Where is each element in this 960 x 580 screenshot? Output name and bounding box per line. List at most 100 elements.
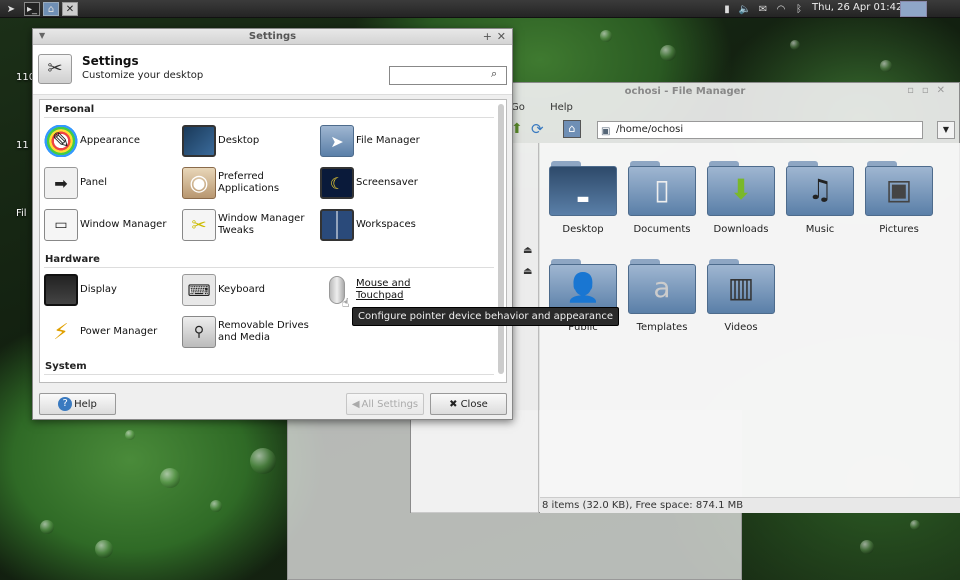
- water-drop: [600, 30, 612, 42]
- volume-icon[interactable]: 🔈: [738, 2, 752, 16]
- power-manager-icon: ⚡: [53, 319, 69, 345]
- settings-item-label: Power Manager: [80, 326, 158, 337]
- help-button[interactable]: ? Help: [39, 393, 116, 415]
- category-divider: [44, 374, 494, 375]
- wifi-icon[interactable]: ◠: [774, 2, 788, 16]
- settings-scrollbar[interactable]: [498, 104, 504, 374]
- settings-item-label: Mouse and Touchpad: [356, 278, 411, 301]
- settings-item-label: Window Manager Tweaks: [218, 213, 305, 236]
- settings-item-appearance[interactable]: ✎ Appearance: [44, 125, 140, 157]
- desktop-icon-label[interactable]: Fil: [16, 208, 27, 219]
- settings-item-panel[interactable]: ➡ Panel: [44, 167, 107, 199]
- settings-item-label: Window Manager: [80, 219, 167, 230]
- folder-item[interactable]: ⬇ Downloads: [704, 161, 778, 235]
- settings-items-panel: Personal ✎ Appearance Desktop ➤ File Man…: [39, 99, 507, 383]
- mail-icon[interactable]: ✉: [756, 2, 770, 16]
- water-drop: [40, 520, 54, 534]
- settings-item-removable-drives[interactable]: ⚲ Removable Drives and Media: [182, 316, 309, 348]
- file-manager-window-buttons[interactable]: ▫▫✕: [907, 85, 953, 96]
- mouse-pointer-icon: ☝: [342, 296, 350, 310]
- settings-header-title: Settings: [82, 54, 139, 68]
- pictures-folder-icon: ▣: [885, 173, 913, 206]
- close-icon[interactable]: ✕: [497, 30, 506, 43]
- settings-header-subtitle: Customize your desktop: [82, 70, 204, 81]
- tooltip: Configure pointer device behavior and ap…: [352, 307, 620, 326]
- public-folder-icon: 👤: [565, 271, 601, 304]
- settings-window: ▼ Settings + ✕ ✂ Settings Customize your…: [32, 28, 513, 420]
- close-button[interactable]: ✖ Close: [430, 393, 507, 415]
- keyboard-icon: ⌨: [182, 274, 216, 306]
- category-divider: [44, 117, 494, 118]
- file-manager-icon: ➤: [320, 125, 354, 157]
- removable-drives-icon: ⚲: [182, 316, 216, 348]
- eject-icon[interactable]: ⏏: [523, 245, 532, 256]
- folder-label: Downloads: [713, 224, 769, 235]
- folder-label: Videos: [724, 322, 758, 333]
- folder-label: Templates: [636, 322, 688, 333]
- help-button-label: Help: [74, 398, 97, 410]
- menu-help[interactable]: Help: [550, 102, 573, 113]
- gear-icon[interactable]: ✕: [62, 2, 78, 16]
- settings-item-power-manager[interactable]: ⚡ Power Manager: [44, 316, 157, 348]
- settings-item-label: Screensaver: [356, 177, 418, 188]
- panel-clock[interactable]: Thu, 26 Apr 01:42: [812, 2, 902, 13]
- folder-item[interactable]: ♫ Music: [783, 161, 857, 235]
- workspaces-icon: [320, 209, 354, 241]
- all-settings-button[interactable]: ◀ All Settings: [346, 393, 424, 415]
- category-system: System: [45, 361, 87, 372]
- settings-item-screensaver[interactable]: ☾ Screensaver: [320, 167, 418, 199]
- folder-item[interactable]: ▬ Desktop: [546, 161, 620, 235]
- videos-folder-icon: ▥: [727, 271, 755, 304]
- category-hardware: Hardware: [45, 254, 100, 265]
- eject-icon[interactable]: ⏏: [523, 266, 532, 277]
- settings-item-preferred-applications[interactable]: ◉ Preferred Applications: [182, 167, 279, 199]
- settings-footer: ? Help ◀ All Settings ✖ Close: [33, 389, 512, 421]
- folder-item[interactable]: ▣ Pictures: [862, 161, 936, 235]
- folder-label: Pictures: [879, 224, 919, 235]
- settings-item-label: File Manager: [356, 135, 420, 146]
- settings-item-mouse-touchpad[interactable]: Mouse and Touchpad: [320, 274, 410, 306]
- water-drop: [125, 430, 135, 440]
- location-dropdown-button[interactable]: ▼: [937, 121, 955, 139]
- back-arrow-icon: ◀: [351, 398, 360, 410]
- settings-titlebar[interactable]: ▼ Settings + ✕: [33, 29, 512, 45]
- water-drop: [660, 45, 676, 61]
- settings-header: ✂ Settings Customize your desktop ⌕: [33, 45, 512, 95]
- settings-item-keyboard[interactable]: ⌨ Keyboard: [182, 274, 265, 306]
- menu-arrow-icon[interactable]: ➤: [4, 2, 18, 16]
- terminal-icon[interactable]: ▸_: [24, 2, 40, 16]
- home-folder-icon[interactable]: ⌂: [43, 2, 59, 16]
- folder-item[interactable]: a Templates: [625, 259, 699, 333]
- settings-item-label: Appearance: [80, 135, 141, 146]
- settings-item-label: Keyboard: [218, 284, 266, 295]
- settings-item-window-manager-tweaks[interactable]: ✂ Window Manager Tweaks: [182, 209, 304, 241]
- settings-item-file-manager[interactable]: ➤ File Manager: [320, 125, 420, 157]
- workspace-switcher[interactable]: [900, 1, 927, 17]
- water-drop: [910, 520, 920, 530]
- bluetooth-icon[interactable]: ᛒ: [793, 2, 805, 16]
- water-drop: [95, 540, 113, 558]
- settings-item-label: Workspaces: [356, 219, 416, 230]
- battery-icon[interactable]: ▮: [722, 2, 732, 16]
- folder-label: Music: [805, 224, 835, 235]
- settings-item-desktop[interactable]: Desktop: [182, 125, 259, 157]
- appearance-icon: ✎: [44, 125, 78, 157]
- settings-item-window-manager[interactable]: ▭ Window Manager: [44, 209, 166, 241]
- folder-label: Desktop: [562, 224, 604, 235]
- location-bar[interactable]: ▣ /home/ochosi: [597, 121, 923, 139]
- top-panel: ➤ ▸_ ⌂ ✕ ▮ 🔈 ✉ ◠ ᛒ Thu, 26 Apr 01:42: [0, 0, 960, 18]
- water-drop: [790, 40, 800, 50]
- settings-item-display[interactable]: Display: [44, 274, 117, 306]
- settings-item-label: Preferred Applications: [218, 171, 280, 194]
- folder-item[interactable]: ▥ Videos: [704, 259, 778, 333]
- settings-search-input[interactable]: [389, 66, 507, 85]
- maximize-icon[interactable]: +: [483, 30, 492, 43]
- search-icon[interactable]: ⌕: [491, 67, 497, 81]
- home-icon[interactable]: ⌂: [563, 120, 581, 138]
- settings-item-label: Desktop: [218, 135, 260, 146]
- reload-icon[interactable]: ⟳: [531, 120, 544, 138]
- menu-go[interactable]: Go: [511, 102, 525, 113]
- water-drop: [880, 60, 892, 72]
- settings-item-workspaces[interactable]: Workspaces: [320, 209, 416, 241]
- folder-item[interactable]: ▯ Documents: [625, 161, 699, 235]
